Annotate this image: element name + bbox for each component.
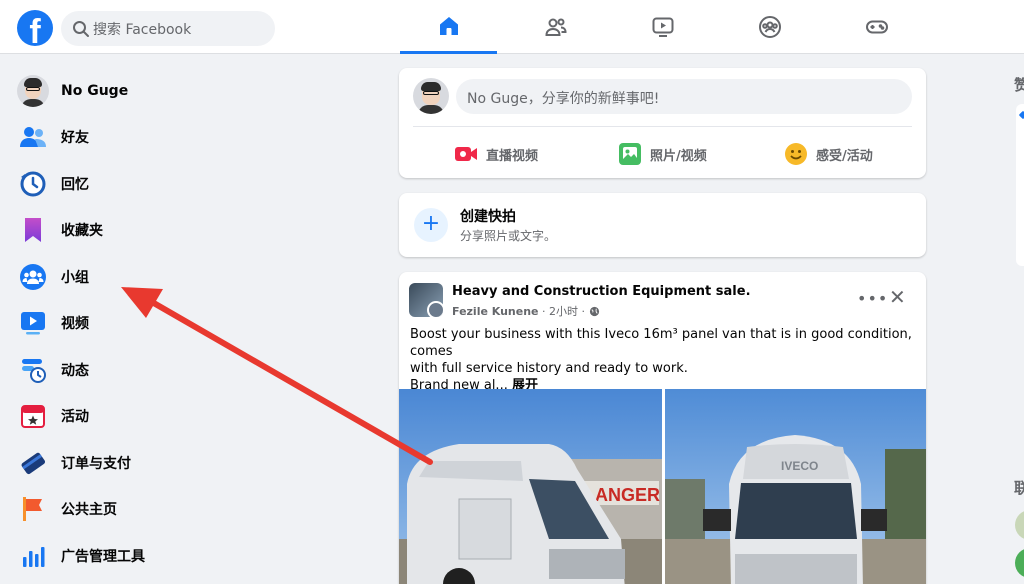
separator-dot: · bbox=[538, 304, 550, 318]
close-icon[interactable]: ✕ bbox=[889, 287, 906, 307]
post-text-line: with full service history and ready to w… bbox=[410, 361, 688, 376]
sidebar-item-pages[interactable]: 公共主页 bbox=[17, 489, 117, 529]
live-video-icon bbox=[455, 147, 477, 161]
sidebar-item-label: 视频 bbox=[61, 316, 89, 332]
tab-gaming[interactable] bbox=[828, 0, 925, 54]
sidebar-item-saved[interactable]: 收藏夹 bbox=[17, 210, 103, 250]
pages-flag-icon bbox=[23, 497, 42, 521]
live-video-button[interactable]: 直播视频 bbox=[454, 136, 538, 172]
sidebar-item-label: 公共主页 bbox=[61, 502, 117, 518]
author-name-link[interactable]: Fezile Kunene bbox=[452, 305, 539, 318]
sidebar-item-events[interactable]: 活动 bbox=[17, 396, 89, 436]
status-input[interactable]: No Guge，分享你的新鲜事吧! bbox=[456, 79, 912, 114]
feeling-activity-label: 感受/活动 bbox=[816, 148, 873, 164]
groups-icon bbox=[20, 264, 46, 290]
live-video-label: 直播视频 bbox=[486, 148, 539, 164]
avatar bbox=[413, 78, 449, 114]
van-photo-left: ANGER bbox=[399, 389, 662, 584]
calendar-icon bbox=[21, 405, 45, 428]
public-globe-icon bbox=[589, 306, 599, 316]
sidebar-item-label: 收藏夹 bbox=[61, 223, 103, 239]
memories-clock-icon bbox=[20, 171, 46, 197]
top-navigation-bar: f 搜索 Facebook bbox=[0, 0, 1024, 54]
photo-video-button[interactable]: 照片/视频 bbox=[618, 136, 707, 172]
tab-groups[interactable] bbox=[721, 0, 818, 54]
feed-post: Heavy and Construction Equipment sale. F… bbox=[399, 272, 926, 584]
post-photo-left[interactable]: ANGER bbox=[399, 389, 662, 584]
sidebar-item-friends[interactable]: 好友 bbox=[17, 117, 89, 157]
feeling-activity-button[interactable]: 感受/活动 bbox=[784, 136, 873, 172]
search-placeholder: 搜索 Facebook bbox=[93, 22, 192, 38]
van-brand-text: IVECO bbox=[781, 459, 818, 473]
sidebar-item-label: 广告管理工具 bbox=[61, 549, 145, 565]
sidebar-item-profile[interactable]: No Guge bbox=[17, 71, 128, 111]
bookmark-icon bbox=[25, 218, 41, 242]
feeds-icon bbox=[22, 359, 46, 383]
post-composer: No Guge，分享你的新鲜事吧! 直播视频 照片/视频 感受/活动 bbox=[399, 68, 926, 178]
post-meta: Fezile Kunene · 2小时 · bbox=[452, 303, 600, 319]
contact-avatar[interactable] bbox=[1015, 510, 1024, 540]
payment-card-icon bbox=[21, 452, 46, 475]
sidebar-item-video[interactable]: 视频 bbox=[17, 303, 89, 343]
plus-icon: + bbox=[414, 208, 448, 242]
post-time[interactable]: 2小时 bbox=[549, 303, 578, 319]
home-icon bbox=[439, 16, 458, 35]
photo-video-label: 照片/视频 bbox=[650, 148, 707, 164]
sidebar-item-label: 好友 bbox=[61, 130, 89, 146]
create-story-subtitle: 分享照片或文字。 bbox=[460, 229, 557, 243]
sponsored-ad-card[interactable] bbox=[1016, 104, 1024, 266]
search-icon bbox=[73, 21, 89, 37]
watch-video-icon bbox=[652, 17, 673, 37]
truck-sign-text: ANGER bbox=[595, 485, 660, 505]
create-story-title: 创建快拍 bbox=[460, 209, 516, 225]
sidebar-item-label: 回忆 bbox=[61, 177, 89, 193]
tab-home[interactable] bbox=[400, 0, 497, 54]
sidebar-item-label: No Guge bbox=[61, 83, 129, 99]
sidebar-item-feeds[interactable]: 动态 bbox=[17, 350, 89, 390]
tab-friends[interactable] bbox=[507, 0, 604, 54]
sidebar-item-groups[interactable]: 小组 bbox=[17, 257, 89, 297]
avatar bbox=[17, 75, 49, 107]
group-name-link[interactable]: Heavy and Construction Equipment sale. bbox=[452, 284, 751, 299]
post-text: Boost your business with this Iveco 16m³… bbox=[410, 326, 915, 394]
sidebar-item-label: 动态 bbox=[61, 363, 89, 379]
sidebar-item-label: 小组 bbox=[61, 270, 89, 286]
photo-video-icon bbox=[619, 143, 641, 165]
sidebar-item-memories[interactable]: 回忆 bbox=[17, 164, 89, 204]
group-avatar[interactable] bbox=[409, 283, 443, 317]
author-avatar bbox=[427, 301, 443, 317]
contact-avatar[interactable] bbox=[1015, 548, 1024, 578]
separator-dot: · bbox=[578, 304, 589, 318]
sidebar-item-label: 活动 bbox=[61, 409, 89, 425]
divider bbox=[413, 126, 912, 127]
facebook-logo-icon[interactable]: f bbox=[17, 10, 53, 46]
sidebar-item-ads-manager[interactable]: 广告管理工具 bbox=[17, 536, 145, 576]
groups-icon bbox=[758, 16, 781, 38]
gaming-controller-icon bbox=[865, 20, 888, 34]
search-input[interactable]: 搜索 Facebook bbox=[61, 11, 275, 46]
feeling-smiley-icon bbox=[785, 143, 807, 165]
post-text-line: Boost your business with this Iveco 16m³… bbox=[410, 327, 912, 359]
sidebar-item-label: 订单与支付 bbox=[61, 456, 131, 472]
friends-icon bbox=[544, 18, 567, 36]
more-options-icon[interactable]: ••• bbox=[857, 289, 888, 308]
tab-watch[interactable] bbox=[614, 0, 711, 54]
video-icon bbox=[21, 312, 45, 335]
sponsored-heading: 赞 bbox=[1014, 76, 1024, 94]
bar-chart-icon bbox=[23, 547, 45, 567]
post-photo-right[interactable]: IVECO bbox=[665, 389, 926, 584]
ad-icon bbox=[1018, 110, 1024, 120]
van-photo-right: IVECO bbox=[665, 389, 926, 584]
sidebar-item-orders-payments[interactable]: 订单与支付 bbox=[17, 443, 131, 483]
contacts-heading: 联 bbox=[1014, 479, 1024, 497]
friends-icon bbox=[20, 127, 46, 147]
create-story-card[interactable]: + 创建快拍 分享照片或文字。 bbox=[399, 193, 926, 257]
